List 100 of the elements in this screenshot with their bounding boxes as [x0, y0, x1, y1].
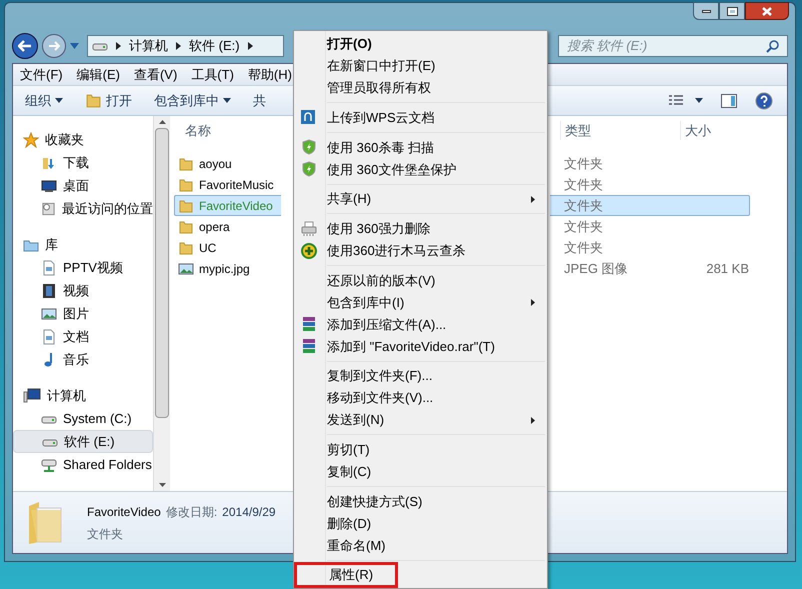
shredder-icon: [301, 220, 317, 237]
context-menu-item[interactable]: 使用 360文件堡垒保护: [294, 158, 547, 180]
view-options-button[interactable]: [669, 95, 703, 106]
file-name-cell[interactable]: mypic.jpg: [174, 258, 281, 279]
context-menu-item[interactable]: 打开(O): [294, 33, 547, 55]
scroll-thumb[interactable]: [155, 128, 169, 418]
maximize-icon: [728, 8, 736, 14]
context-menu-item[interactable]: 还原以前的版本(V): [294, 269, 547, 292]
monitor-icon: [41, 178, 57, 194]
folder-icon: [178, 198, 194, 214]
context-menu-item[interactable]: 上传到WPS云文档: [294, 106, 547, 129]
context-menu-item[interactable]: 重命名(M): [294, 534, 547, 556]
maximize-button[interactable]: [719, 2, 745, 20]
caret-icon: [223, 98, 231, 103]
back-button[interactable]: [12, 33, 38, 59]
context-menu-item[interactable]: 共享(H): [294, 188, 547, 210]
file-size: 281 KB: [706, 260, 749, 278]
file-type-cell: 文件夹: [550, 195, 680, 216]
context-menu-item[interactable]: 添加到 "FavoriteVideo.rar"(T): [294, 335, 547, 358]
folder-icon: [178, 240, 194, 256]
sidebar-item[interactable]: Shared Folders: [13, 453, 153, 476]
menu-bar-item[interactable]: 查看(V): [134, 64, 178, 84]
folder-icon: [178, 176, 194, 192]
star-icon: [23, 132, 39, 148]
help-button[interactable]: [755, 92, 773, 110]
address-bar[interactable]: 计算机 软件 (E:): [87, 35, 284, 57]
folder-icon: [85, 92, 102, 109]
file-name-cell[interactable]: FavoriteMusic: [174, 174, 281, 195]
menu-bar-item[interactable]: 编辑(E): [76, 64, 120, 84]
preview-pane-icon: [721, 94, 737, 108]
cloud-upload-icon: [301, 110, 315, 124]
picture-icon: [178, 260, 194, 276]
context-menu-item[interactable]: 删除(D): [294, 512, 547, 534]
sidebar-item[interactable]: System (C:): [13, 407, 153, 430]
context-menu-item[interactable]: 发送到(N): [294, 409, 547, 432]
toolbar-button[interactable]: 组织: [25, 90, 63, 110]
file-name-cell[interactable]: UC: [174, 237, 281, 258]
context-menu-item[interactable]: 创建快捷方式(S): [294, 490, 547, 512]
document-icon: [41, 260, 57, 276]
computer-icon: [23, 388, 41, 404]
context-menu-item[interactable]: 添加到压缩文件(A)...: [294, 313, 547, 336]
search-field[interactable]: 搜索 软件 (E:): [558, 35, 788, 57]
file-name: aoyou: [199, 156, 232, 172]
sidebar-group[interactable]: 计算机: [13, 384, 153, 407]
search-input[interactable]: 搜索 软件 (E:): [567, 36, 747, 56]
column-header[interactable]: 类型: [560, 120, 680, 140]
modified-label: 修改日期:: [166, 504, 218, 520]
sidebar-item[interactable]: 桌面: [13, 174, 153, 197]
toolbar-button[interactable]: 打开: [85, 90, 132, 110]
context-menu-item[interactable]: 剪切(T): [294, 438, 547, 461]
sidebar-item[interactable]: 下载: [13, 151, 153, 174]
sidebar-item[interactable]: 视频: [13, 279, 153, 302]
file-name: mypic.jpg: [199, 260, 250, 278]
item-type: 文件夹: [87, 526, 124, 542]
sidebar-item[interactable]: 最近访问的位置: [13, 197, 153, 220]
search-icon: [766, 40, 779, 52]
sidebar-item[interactable]: 图片: [13, 302, 153, 325]
shield-icon: [301, 161, 317, 178]
help-icon: [755, 92, 773, 110]
menu-bar-item[interactable]: 工具(T): [191, 64, 234, 84]
sidebar-item[interactable]: 文档: [13, 325, 153, 348]
back-arrow-icon: [18, 40, 32, 52]
forward-button[interactable]: [42, 34, 66, 58]
file-name-cell[interactable]: opera: [174, 216, 281, 237]
context-menu-item[interactable]: 使用 360杀毒 扫描: [294, 136, 547, 158]
context-menu-item[interactable]: 复制(C): [294, 460, 547, 483]
context-menu-item[interactable]: 使用360进行木马云查杀: [294, 240, 547, 262]
sidebar-group[interactable]: 收藏夹: [13, 128, 153, 151]
sidebar-group[interactable]: 库: [13, 233, 153, 256]
plus-icon: [301, 242, 317, 259]
file-name: opera: [199, 218, 230, 236]
context-menu-item[interactable]: 复制到文件夹(F)...: [294, 365, 547, 388]
context-menu-item[interactable]: 移动到文件夹(V)...: [294, 387, 547, 410]
menu-bar-item[interactable]: 帮助(H): [248, 64, 292, 84]
context-menu-item[interactable]: 属性(R): [296, 564, 396, 586]
column-header[interactable]: 大小: [680, 120, 770, 140]
context-menu-item[interactable]: 包含到库中(I): [294, 291, 547, 314]
submenu-arrow-icon: [531, 298, 535, 306]
picture-icon: [41, 306, 57, 322]
preview-pane-button[interactable]: [721, 94, 737, 108]
forward-arrow-icon: [48, 41, 60, 51]
menu-bar-item[interactable]: 文件(F): [20, 64, 63, 84]
books-stack-icon: [301, 338, 317, 354]
minimize-button[interactable]: [693, 2, 719, 20]
minimize-icon: [702, 10, 710, 12]
context-menu-item[interactable]: 使用 360强力删除: [294, 218, 547, 240]
sidebar-item[interactable]: PPTV视频: [13, 256, 153, 279]
sidebar-item[interactable]: 软件 (E:): [13, 430, 153, 453]
breadcrumb-item[interactable]: 计算机: [129, 36, 168, 56]
file-name: FavoriteVideo: [199, 198, 273, 214]
context-menu-item[interactable]: 在新窗口中打开(E): [294, 55, 547, 77]
breadcrumb-item[interactable]: 软件 (E:): [189, 36, 240, 56]
toolbar-button[interactable]: 包含到库中: [154, 90, 231, 110]
toolbar-button[interactable]: 共: [253, 90, 266, 110]
context-menu-item[interactable]: 管理员取得所有权: [294, 77, 547, 99]
file-name-cell[interactable]: aoyou: [174, 153, 281, 174]
close-button[interactable]: [745, 2, 789, 20]
sidebar-item[interactable]: 音乐: [13, 348, 153, 371]
modified-date: 2014/9/29: [222, 504, 276, 520]
network-drive-icon: [41, 456, 57, 472]
